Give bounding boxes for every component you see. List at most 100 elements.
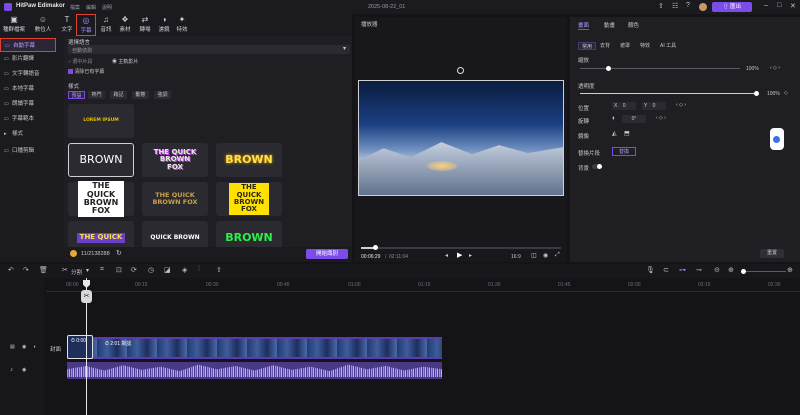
cover-clip[interactable]: ⏱ 0:00 — [67, 335, 93, 359]
clear-existing-checkbox[interactable]: 清除已有字幕 — [68, 68, 104, 75]
subtab-remove-bg[interactable]: 去背 — [600, 42, 610, 50]
template-lorem[interactable]: LOREM IPSUM — [68, 104, 134, 138]
share-icon[interactable]: ⇪ — [658, 2, 664, 10]
subtab-common[interactable]: 常用 — [578, 42, 596, 50]
snap-icon[interactable]: ⊶ — [679, 266, 686, 274]
crop-icon[interactable]: ⌗ — [100, 266, 104, 274]
subtab-mask[interactable]: 遮罩 — [620, 42, 630, 50]
help-icon[interactable]: ? — [686, 2, 690, 9]
opacity-value[interactable]: 100% — [767, 91, 780, 97]
style-tab-dynamic[interactable]: 動態 — [132, 91, 149, 99]
mask-icon[interactable]: ◪ — [164, 266, 171, 274]
tab-picture[interactable]: 畫面 — [578, 21, 590, 30]
snapshot-icon[interactable]: ◫ — [531, 252, 537, 259]
aspect-ratio[interactable]: 16:9 — [511, 254, 521, 260]
sidebar-item-tts[interactable]: ▭ 文字轉語音 — [0, 69, 60, 79]
sidebar-item-auto-subtitle[interactable]: ▭ 自動字幕 — [0, 38, 56, 52]
rotate-keyframe-icon[interactable]: ‹ ◇ › — [656, 115, 666, 121]
flip-horizontal-icon[interactable]: ◭ — [612, 130, 617, 137]
fullscreen-icon[interactable]: ⤢ — [555, 252, 560, 259]
user-avatar[interactable] — [699, 3, 707, 11]
sidebar-item-clip[interactable]: ▭ 口播剪輯 — [0, 146, 60, 156]
position-keyframe-icon[interactable]: ‹ ◇ › — [676, 102, 686, 108]
sidebar-item-local[interactable]: ▭ 本地字幕 — [0, 84, 60, 94]
style-tab-default[interactable]: 預設 — [68, 91, 85, 99]
zoom-in-icon[interactable]: ⊕ — [728, 266, 734, 274]
zoom-slider[interactable] — [742, 271, 786, 272]
sidebar-item-read[interactable]: ▭ 朗讀字幕 — [0, 99, 60, 109]
zoom-knob[interactable] — [741, 269, 746, 274]
playhead-split-button[interactable]: ✂ — [81, 290, 92, 303]
tb-folder[interactable]: ▣ 種群檔案 — [2, 14, 26, 36]
language-select[interactable]: 自動偵測 ▾ — [68, 45, 350, 54]
template-brown-yellow[interactable]: BROWN — [216, 143, 282, 177]
tb-filter[interactable]: ◑ 濾鏡 — [155, 14, 173, 36]
sidebar-item-style[interactable]: ▸ 樣式 — [0, 129, 60, 139]
menu-edit[interactable]: 編輯 — [86, 4, 96, 11]
color-icon[interactable]: ◈ — [182, 266, 187, 274]
tab-color[interactable]: 顏色 — [628, 21, 639, 29]
player-progress-knob[interactable] — [373, 245, 378, 250]
volume-icon[interactable]: ◉ — [543, 252, 548, 259]
track-eye-icon[interactable]: ◉ — [22, 344, 26, 350]
sidebar-item-template[interactable]: ▭ 字幕範本 — [0, 114, 60, 124]
template-quick-white[interactable]: THE QUICK BROWN FOX — [68, 181, 134, 217]
delete-icon[interactable]: 🗑 — [39, 266, 48, 274]
style-tab-emphasis[interactable]: 強調 — [154, 91, 171, 99]
template-brown-plain[interactable]: BROWN — [68, 143, 134, 177]
minimize-icon[interactable]: – — [764, 2, 768, 9]
radio-selected-clip[interactable]: ○ 選中片段 — [68, 58, 92, 65]
scale-reset-icon[interactable]: ‹ ◇ › — [770, 65, 780, 71]
menu-help[interactable]: 說明 — [102, 4, 112, 11]
freeze-icon[interactable]: ⊡ — [116, 266, 122, 274]
zoom-add-icon[interactable]: ⊕ — [787, 266, 793, 274]
tb-subtitle[interactable]: ◎ 字幕 — [76, 14, 96, 36]
mic-icon[interactable]: 🎙 — [646, 266, 655, 274]
tab-animation[interactable]: 動畫 — [604, 21, 615, 29]
video-preview[interactable] — [358, 80, 564, 196]
rotate-handle[interactable] — [457, 67, 464, 74]
undo-icon[interactable]: ↶ — [8, 266, 14, 274]
scale-value[interactable]: 100% — [746, 66, 759, 72]
magnet-icon[interactable]: ⊂ — [663, 266, 669, 274]
position-y-input[interactable]: Y 0 — [642, 102, 666, 110]
sidebar-item-translate[interactable]: ▭ 影片翻譯 — [0, 54, 60, 64]
split-dropdown-icon[interactable]: ▾ — [86, 267, 89, 274]
loop-icon[interactable]: ⟳ — [131, 266, 137, 274]
background-toggle[interactable] — [592, 164, 602, 169]
track-audio-icon[interactable]: ◖ — [33, 344, 36, 350]
link-icon[interactable]: ⊸ — [696, 266, 702, 274]
style-tab-popular[interactable]: 熱門 — [88, 91, 105, 99]
floating-help-button[interactable] — [770, 128, 784, 150]
tb-text[interactable]: T 文字 — [58, 14, 76, 36]
tb-avatar[interactable]: ☺ 數位人 — [33, 14, 53, 36]
audio-clip[interactable] — [67, 362, 442, 379]
player-progress-track[interactable] — [361, 247, 561, 249]
tb-transition[interactable]: ⇄ 轉場 — [136, 14, 154, 36]
style-tab-cross[interactable]: 跨記 — [110, 91, 127, 99]
tb-effects[interactable]: ✦ 特效 — [173, 14, 191, 36]
position-x-input[interactable]: X 0 — [612, 102, 636, 110]
zoom-out-icon[interactable]: ⊝ — [714, 266, 720, 274]
cart-icon[interactable]: ☷ — [672, 2, 678, 10]
template-quick-gold[interactable]: THE QUICK BROWN FOX — [142, 182, 208, 216]
split-icon[interactable]: ✂ — [62, 266, 68, 274]
reset-button[interactable]: 重置 — [760, 249, 784, 258]
subtab-effect[interactable]: 特效 — [640, 42, 650, 50]
play-icon[interactable]: ▶ — [457, 251, 462, 259]
scale-knob[interactable] — [606, 66, 611, 71]
video-clip[interactable]: ⏱ 2:01 默認 — [67, 337, 442, 359]
speed-icon[interactable]: ◷ — [148, 266, 154, 274]
prev-frame-icon[interactable]: ◂ — [445, 252, 448, 259]
template-quick-purple[interactable]: THE QUICK BROWN FOX — [142, 143, 208, 177]
replace-button[interactable]: 替換 — [612, 147, 636, 156]
tb-material[interactable]: ❖ 素材 — [116, 14, 134, 36]
export-frame-icon[interactable]: ⇪ — [216, 266, 222, 274]
rotate-input[interactable]: 0° — [622, 115, 646, 123]
audio-icon[interactable]: ⫶ — [198, 266, 200, 274]
radio-main-track[interactable]: ◉ 主軌影片 — [112, 58, 138, 65]
scale-slider[interactable] — [580, 68, 740, 69]
opacity-knob[interactable] — [754, 91, 759, 96]
close-icon[interactable]: ✕ — [790, 2, 796, 10]
rotate-dial-icon[interactable]: ◐ — [612, 115, 616, 122]
